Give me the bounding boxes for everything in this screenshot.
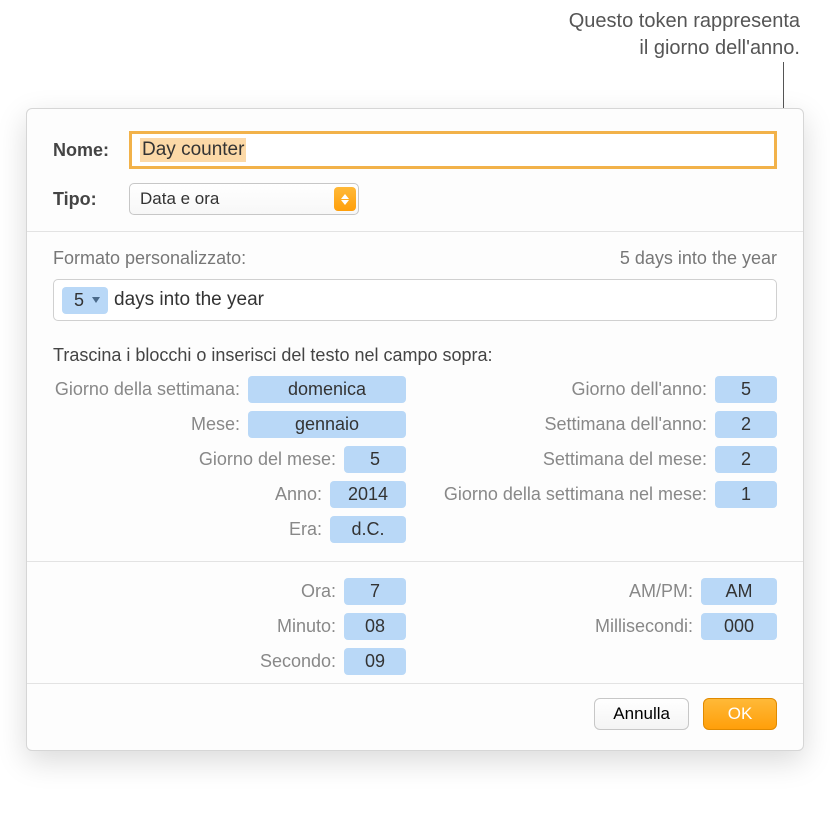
token-label: AM/PM: bbox=[629, 581, 693, 602]
date-tokens-grid: Giorno della settimana: domenica Mese: g… bbox=[27, 376, 803, 561]
token-label: Settimana del mese: bbox=[543, 449, 707, 470]
token-label: Settimana dell'anno: bbox=[544, 414, 707, 435]
token-hour[interactable]: 7 bbox=[344, 578, 406, 605]
token-label: Era: bbox=[289, 519, 322, 540]
token-weekday[interactable]: domenica bbox=[248, 376, 406, 403]
token-row-week-of-month: Settimana del mese: 2 bbox=[424, 446, 777, 473]
token-label: Millisecondi: bbox=[595, 616, 693, 637]
token-label: Giorno della settimana nel mese: bbox=[444, 484, 707, 505]
format-dialog: Nome: Day counter Tipo: Data e ora Forma… bbox=[26, 108, 804, 751]
format-preview: 5 days into the year bbox=[620, 248, 777, 269]
cancel-button[interactable]: Annulla bbox=[594, 698, 689, 730]
token-minute[interactable]: 08 bbox=[344, 613, 406, 640]
format-field[interactable]: 5 days into the year bbox=[53, 279, 777, 321]
type-select-value: Data e ora bbox=[140, 189, 219, 209]
token-year[interactable]: 2014 bbox=[330, 481, 406, 508]
token-row-ampm: AM/PM: AM bbox=[424, 578, 777, 605]
name-input-selection: Day counter bbox=[140, 138, 246, 162]
token-label: Secondo: bbox=[260, 651, 336, 672]
token-milliseconds[interactable]: 000 bbox=[701, 613, 777, 640]
token-week-of-month[interactable]: 2 bbox=[715, 446, 777, 473]
token-row-year: Anno: 2014 bbox=[53, 481, 406, 508]
name-label: Nome: bbox=[53, 140, 123, 161]
token-row-milliseconds: Millisecondi: 000 bbox=[424, 613, 777, 640]
chevron-down-icon bbox=[92, 297, 100, 303]
token-row-day-of-year: Giorno dell'anno: 5 bbox=[424, 376, 777, 403]
callout-text: Questo token rappresenta il giorno dell'… bbox=[569, 8, 800, 62]
drag-instruction: Trascina i blocchi o inserisci del testo… bbox=[27, 327, 803, 376]
name-input[interactable]: Day counter bbox=[129, 131, 777, 169]
token-label: Giorno della settimana: bbox=[55, 379, 240, 400]
token-weekday-in-month[interactable]: 1 bbox=[715, 481, 777, 508]
token-label: Anno: bbox=[275, 484, 322, 505]
token-day-of-year[interactable]: 5 bbox=[715, 376, 777, 403]
type-select[interactable]: Data e ora bbox=[129, 183, 359, 215]
callout-line2: il giorno dell'anno. bbox=[569, 35, 800, 62]
token-row-month: Mese: gennaio bbox=[53, 411, 406, 438]
token-week-of-year[interactable]: 2 bbox=[715, 411, 777, 438]
custom-format-label: Formato personalizzato: bbox=[53, 248, 246, 269]
token-row-second: Secondo: 09 bbox=[53, 648, 406, 675]
token-month[interactable]: gennaio bbox=[248, 411, 406, 438]
token-ampm[interactable]: AM bbox=[701, 578, 777, 605]
token-label: Ora: bbox=[301, 581, 336, 602]
token-row-week-of-year: Settimana dell'anno: 2 bbox=[424, 411, 777, 438]
token-label: Giorno del mese: bbox=[199, 449, 336, 470]
token-label: Minuto: bbox=[277, 616, 336, 637]
ok-button[interactable]: OK bbox=[703, 698, 777, 730]
token-row-weekday-in-month: Giorno della settimana nel mese: 1 bbox=[424, 481, 777, 508]
format-token-day-of-year[interactable]: 5 bbox=[62, 287, 108, 314]
token-label: Giorno dell'anno: bbox=[571, 379, 707, 400]
callout-line1: Questo token rappresenta bbox=[569, 8, 800, 35]
token-row-weekday: Giorno della settimana: domenica bbox=[53, 376, 406, 403]
time-tokens-grid: Ora: 7 Minuto: 08 Secondo: 09 AM/PM: AM … bbox=[27, 562, 803, 683]
chevron-updown-icon bbox=[334, 187, 356, 211]
token-row-minute: Minuto: 08 bbox=[53, 613, 406, 640]
token-row-day-of-month: Giorno del mese: 5 bbox=[53, 446, 406, 473]
token-row-era: Era: d.C. bbox=[53, 516, 406, 543]
token-era[interactable]: d.C. bbox=[330, 516, 406, 543]
token-second[interactable]: 09 bbox=[344, 648, 406, 675]
token-day-of-month[interactable]: 5 bbox=[344, 446, 406, 473]
token-row-hour: Ora: 7 bbox=[53, 578, 406, 605]
format-trailing-text: days into the year bbox=[114, 289, 264, 311]
type-label: Tipo: bbox=[53, 189, 123, 210]
token-label: Mese: bbox=[191, 414, 240, 435]
